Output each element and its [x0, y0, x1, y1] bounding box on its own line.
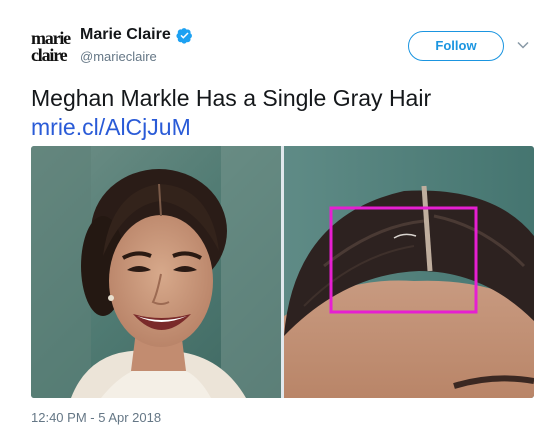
display-name[interactable]: Marie Claire	[80, 26, 193, 44]
tweet-media[interactable]	[31, 146, 534, 398]
tweet-card: marie claire Marie Claire @marieclaire F…	[0, 0, 559, 433]
hair-closeup-image	[284, 146, 534, 398]
tweet-link[interactable]: mrie.cl/AlCjJuM	[31, 113, 191, 141]
photo-hair-closeup[interactable]	[284, 146, 534, 398]
logo-line-2: claire	[31, 45, 68, 65]
account-handle[interactable]: @marieclaire	[80, 49, 193, 64]
account-info[interactable]: Marie Claire @marieclaire	[80, 26, 193, 64]
verified-badge-icon	[176, 27, 192, 44]
portrait-image	[31, 146, 281, 398]
photo-portrait[interactable]	[31, 146, 281, 398]
follow-button[interactable]: Follow	[408, 31, 504, 61]
tweet-text: Meghan Markle Has a Single Gray Hair	[31, 85, 432, 111]
account-avatar[interactable]: marie claire	[31, 26, 71, 66]
tweet-timestamp[interactable]: 12:40 PM - 5 Apr 2018	[31, 410, 161, 425]
display-name-text: Marie Claire	[80, 26, 171, 43]
chevron-down-icon[interactable]	[516, 38, 530, 52]
